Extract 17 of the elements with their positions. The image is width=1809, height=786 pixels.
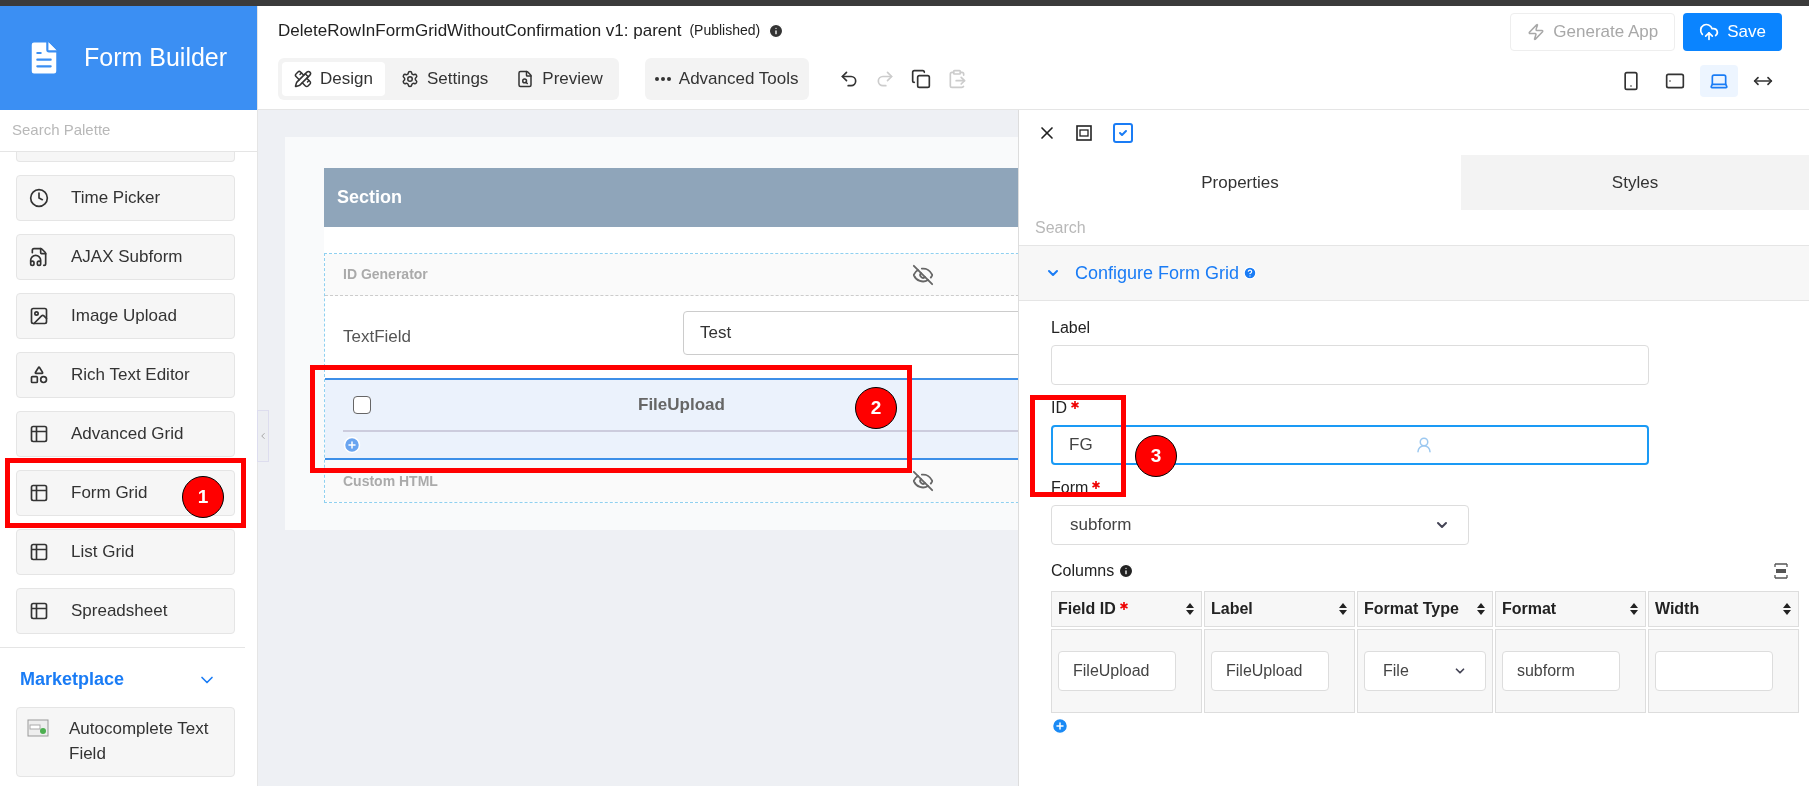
field-label: ID Generator <box>343 265 428 284</box>
column-header: FileUpload <box>638 394 725 417</box>
column-title: Width <box>1654 599 1700 619</box>
status-label: (Published) <box>689 21 761 41</box>
field-label: TextField <box>343 326 413 349</box>
field-label: ID <box>1051 398 1067 418</box>
column-title: Field ID <box>1058 599 1116 619</box>
column-title: Label <box>1211 599 1253 619</box>
field-label: Label <box>1051 318 1091 338</box>
form-title: DeleteRowInFormGridWithoutConfirmation v1: parent <box>278 20 682 42</box>
marketplace-heading: Marketplace <box>20 668 125 691</box>
field-label: Custom HTML <box>343 471 438 491</box>
app-name: Form Builder <box>84 42 228 74</box>
column-title: Format Type <box>1364 599 1459 619</box>
column-title: Format <box>1501 599 1557 619</box>
section-title: Section <box>337 186 402 209</box>
columns-label: Columns <box>1051 561 1115 581</box>
